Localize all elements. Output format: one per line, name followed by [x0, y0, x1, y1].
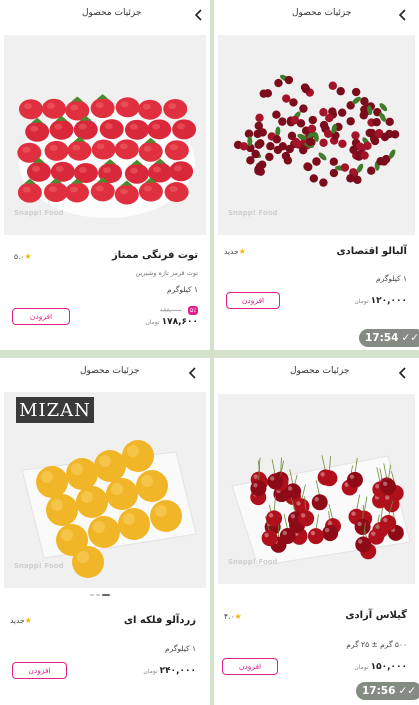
product-unit: ۱ کیلوگرم: [376, 274, 407, 283]
discount-badge: ۵٪: [188, 306, 199, 315]
product-name: توت فرنگی ممتاز: [112, 250, 198, 261]
product-unit: ۱ کیلوگرم: [167, 285, 198, 294]
message-time: 17:56 ✓✓: [356, 682, 419, 700]
double-check-icon: ✓✓: [398, 685, 417, 697]
star-icon: ★: [24, 252, 32, 261]
product-card-sourcherry: جزئیات محصول Snapp! Food ★جدید آلبالو اق…: [214, 0, 419, 350]
product-price: ۱۵۰,۰۰۰تومان: [287, 662, 407, 672]
product-image: Snapp! Food: [218, 35, 415, 235]
card-header: جزئیات محصول: [214, 0, 419, 32]
chevron-left-icon[interactable]: [186, 366, 200, 380]
header-title: جزئیات محصول: [80, 366, 140, 376]
header-title: جزئیات محصول: [82, 8, 142, 18]
rating: ★۴.۰: [224, 612, 242, 621]
currency-label: تومان: [354, 298, 369, 305]
product-name: گیلاس آزادی: [345, 610, 407, 621]
currency-label: تومان: [145, 319, 160, 326]
add-button[interactable]: افزودن: [222, 658, 278, 675]
chevron-left-icon[interactable]: [396, 8, 410, 22]
currency-label: تومان: [354, 664, 369, 671]
rating: ★۵.۰: [14, 252, 32, 261]
add-button[interactable]: افزودن: [12, 308, 70, 325]
product-name: زردآلو فلکه ای: [123, 615, 196, 626]
header-title: جزئیات محصول: [290, 366, 350, 376]
product-price: ۲۴۰,۰۰۰تومان: [66, 666, 196, 676]
strawberry-photo: [5, 35, 205, 235]
currency-label: تومان: [143, 668, 158, 675]
star-icon: ★: [24, 616, 32, 625]
product-image: Snapp! Food: [218, 394, 415, 584]
product-card-cherry: جزئیات محصول Snapp! Food ★۴.۰ گیلاس آزاد…: [214, 358, 419, 705]
price-value: ۲۴۰,۰۰۰: [159, 666, 196, 676]
watermark: Snapp! Food: [14, 562, 64, 570]
product-description: توت قرمز تازه وشیرین: [135, 269, 198, 277]
product-unit: ۵۰۰ گرم ± ۲۵ گرم: [346, 640, 407, 649]
price-value: ۱۷۸,۶۰۰: [161, 317, 198, 327]
message-time: 17:54 ✓✓: [359, 329, 419, 347]
price-value: ۱۵۰,۰۰۰: [370, 662, 407, 672]
product-image: Snapp! Food: [4, 35, 206, 235]
badge-text: جدید: [10, 616, 25, 625]
add-button[interactable]: افزودن: [12, 662, 67, 679]
new-badge: ★جدید: [10, 616, 32, 625]
product-card-strawberry: جزئیات محصول Snapp! Food ★۵.۰ توت فرنگی …: [0, 0, 210, 350]
badge-text: جدید: [224, 247, 239, 256]
card-header: جزئیات محصول: [214, 358, 419, 390]
chevron-left-icon[interactable]: [396, 366, 410, 380]
old-price: ۱۸۸,۰۰۰: [160, 307, 182, 314]
cherry-photo: [218, 394, 415, 584]
product-price: ۱۷۸,۶۰۰تومان: [48, 317, 198, 327]
sourcherry-photo: [218, 35, 415, 235]
mizan-logo: MIZAN: [16, 397, 94, 423]
star-icon: ★: [238, 247, 246, 256]
double-check-icon: ✓✓: [401, 332, 419, 344]
watermark: Snapp! Food: [228, 209, 278, 217]
card-header: جزئیات محصول: [0, 0, 210, 32]
product-price: ۱۲۰,۰۰۰تومان: [287, 296, 407, 306]
new-badge: ★جدید: [224, 247, 246, 256]
card-header: جزئیات محصول: [0, 358, 210, 390]
time-value: 17:56: [362, 685, 396, 697]
rating-value: ۵.۰: [14, 252, 25, 261]
rating-value: ۴.۰: [224, 612, 235, 621]
product-unit: ۱ کیلوگرم: [165, 644, 196, 653]
product-name: آلبالو اقتصادی: [336, 246, 408, 257]
watermark: Snapp! Food: [14, 209, 64, 217]
add-button[interactable]: افزودن: [226, 292, 280, 309]
image-pager: [90, 594, 110, 596]
time-value: 17:54: [365, 332, 399, 344]
price-value: ۱۲۰,۰۰۰: [370, 296, 407, 306]
watermark: Snapp! Food: [228, 558, 278, 566]
star-icon: ★: [234, 612, 242, 621]
header-title: جزئیات محصول: [292, 8, 352, 18]
chevron-left-icon[interactable]: [192, 8, 206, 22]
